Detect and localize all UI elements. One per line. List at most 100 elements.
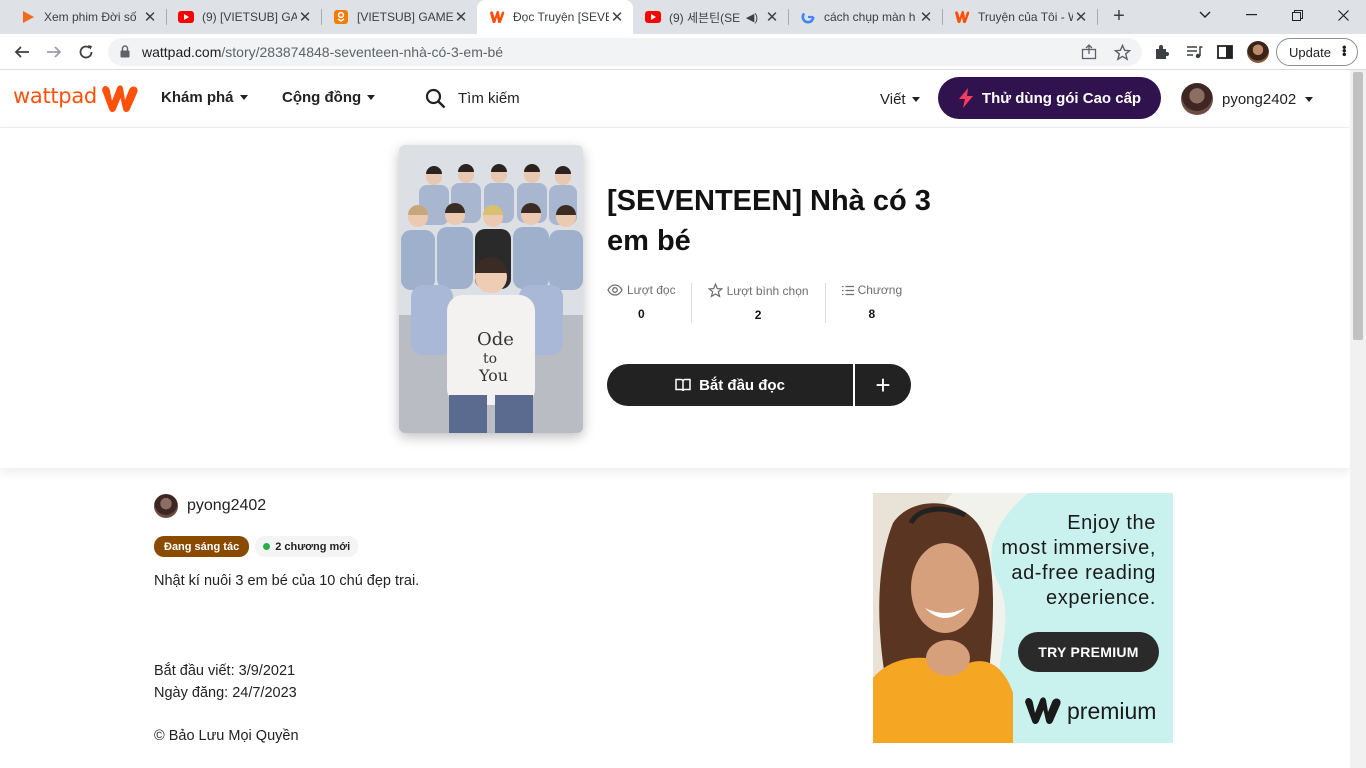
extensions-icon[interactable]: [1150, 40, 1174, 64]
story-badges: Đang sáng tác 2 chương mới: [154, 536, 359, 557]
minimize-icon[interactable]: [1228, 0, 1274, 30]
tab-title: (9) [VIETSUB] GAME: [202, 10, 297, 24]
ok-icon: [333, 9, 349, 25]
share-icon[interactable]: [1080, 43, 1098, 61]
stat-divider: [690, 283, 692, 323]
wattpad-w-logo-icon[interactable]: [100, 84, 140, 119]
forward-icon[interactable]: [42, 40, 66, 64]
story-title: [SEVENTEEN] Nhà có 3 em bé: [607, 185, 931, 257]
close-icon[interactable]: ✕: [1073, 8, 1089, 26]
youtube-icon: [178, 9, 194, 25]
user-menu[interactable]: pyong2402: [1181, 83, 1314, 115]
bookmark-star-icon[interactable]: [1113, 43, 1131, 61]
copyright-text: © Bảo Lưu Mọi Quyền: [154, 728, 299, 744]
new-tab-button[interactable]: +: [1108, 6, 1130, 28]
google-icon: [800, 9, 816, 25]
tab-search-icon[interactable]: [1182, 0, 1228, 30]
status-badge: Đang sáng tác: [154, 536, 250, 557]
nav-community[interactable]: Cộng đồng: [282, 89, 376, 106]
side-panel-icon[interactable]: [1213, 40, 1237, 64]
tab-title: [VIETSUB] GAME: [357, 10, 453, 24]
stat-votes: Lượt bình chọn 2: [707, 283, 809, 325]
close-window-icon[interactable]: [1320, 0, 1366, 30]
close-icon[interactable]: ✕: [764, 8, 780, 26]
browser-tab[interactable]: Truyện của Tôi - W ✕: [942, 0, 1097, 34]
story-dates: Bắt đầu viết: 3/9/2021 Ngày đăng: 24/7/2…: [154, 660, 297, 704]
nav-write-label: Viết: [880, 91, 906, 108]
try-premium-button[interactable]: Thử dùng gói Cao cấp: [938, 77, 1161, 119]
media-control-icon[interactable]: [1182, 40, 1206, 64]
close-icon[interactable]: ✕: [297, 8, 313, 26]
search-icon: [425, 88, 446, 109]
browser-tab-strip: Xem phim Đời số ✕ (9) [VIETSUB] GAME ✕ […: [0, 0, 1366, 34]
stat-chapters-value: 8: [868, 307, 876, 321]
nav-explore[interactable]: Khám phá: [161, 89, 248, 106]
browser-tab-active[interactable]: Đọc Truyện [SEVENTEEN ✕: [477, 0, 633, 34]
close-icon[interactable]: ✕: [918, 8, 934, 26]
back-icon[interactable]: [10, 40, 34, 64]
premium-ad[interactable]: Enjoy the most immersive, ad-free readin…: [873, 493, 1173, 743]
plus-icon: +: [875, 369, 891, 400]
close-icon[interactable]: ✕: [453, 8, 469, 26]
nav-community-label: Cộng đồng: [282, 89, 362, 106]
nav-write[interactable]: Viết: [880, 91, 920, 108]
update-button[interactable]: Update •••: [1276, 38, 1358, 66]
reload-icon[interactable]: [74, 40, 98, 64]
author-link[interactable]: pyong2402: [154, 494, 266, 518]
address-bar[interactable]: wattpad.com/story/283874848-seventeen-nh…: [108, 38, 1142, 66]
svg-text:Ode: Ode: [477, 329, 514, 350]
stat-chapters-label: Chương: [857, 283, 903, 297]
browser-tab[interactable]: cách chụp màn h ✕: [788, 0, 942, 34]
browser-tab[interactable]: (9) [VIETSUB] GAME ✕: [166, 0, 321, 34]
more-vert-icon[interactable]: •••: [1337, 45, 1352, 56]
author-name: pyong2402: [187, 497, 267, 514]
svg-text:to: to: [483, 351, 497, 367]
url-host: wattpad.com: [142, 44, 222, 60]
caret-down-icon: [239, 95, 248, 100]
stat-votes-value: 2: [754, 308, 762, 322]
close-icon[interactable]: ✕: [609, 8, 625, 26]
svg-text:You: You: [478, 366, 508, 385]
scrollbar-thumb[interactable]: [1353, 72, 1363, 340]
add-to-library-button[interactable]: +: [855, 364, 911, 406]
browser-tab[interactable]: (9) 세븐틴(SE ◀) ✕: [633, 0, 788, 34]
star-icon: [707, 283, 723, 298]
lightning-icon: [958, 88, 973, 108]
list-icon: [841, 285, 854, 295]
new-chapters-label: 2 chương mới: [275, 540, 351, 553]
ad-try-premium-button[interactable]: TRY PREMIUM: [1018, 632, 1159, 672]
started-date: Bắt đầu viết: 3/9/2021: [154, 663, 296, 679]
ad-line: Enjoy the: [1067, 512, 1156, 534]
book-icon: [675, 378, 691, 392]
caret-down-icon: [911, 97, 920, 102]
page-viewport: wattpad Khám phá Cộng đồng Tìm kiếm Viết…: [0, 70, 1350, 768]
page-scrollbar[interactable]: [1350, 70, 1366, 768]
stat-reads: Lượt đọc 0: [607, 283, 676, 325]
avatar: [154, 494, 178, 518]
tab-title: (9) 세븐틴(SE: [669, 10, 741, 25]
lock-icon[interactable]: [120, 45, 132, 59]
tab-separator: [1097, 9, 1098, 25]
caret-down-icon: [367, 95, 376, 100]
profile-avatar[interactable]: [1246, 40, 1270, 64]
speaker-icon[interactable]: ◀): [746, 11, 758, 24]
start-reading-button[interactable]: Bắt đầu đọc: [607, 364, 853, 406]
play-icon: [20, 9, 36, 25]
update-label: Update: [1289, 44, 1331, 60]
ad-brand-logo: premium: [1023, 696, 1156, 726]
header-username: pyong2402: [1222, 90, 1297, 108]
story-cover-image[interactable]: Ode to You: [399, 145, 583, 433]
browser-tab[interactable]: [VIETSUB] GAME ✕: [321, 0, 477, 34]
start-reading-label: Bắt đầu đọc: [699, 376, 785, 394]
restore-icon[interactable]: [1274, 0, 1320, 30]
tab-title: Truyện của Tôi - W: [978, 10, 1073, 24]
youtube-icon: [645, 9, 661, 25]
browser-tab[interactable]: Xem phim Đời số ✕: [8, 0, 166, 34]
search-button[interactable]: Tìm kiếm: [425, 88, 520, 109]
tab-title: cách chụp màn h: [824, 10, 916, 24]
wattpad-logo[interactable]: wattpad: [13, 84, 97, 108]
caret-down-icon: [1305, 96, 1314, 102]
url-path: /story/283874848-seventeen-nhà-có-3-em-b…: [221, 44, 504, 60]
close-icon[interactable]: ✕: [142, 8, 158, 26]
avatar: [1181, 83, 1213, 115]
